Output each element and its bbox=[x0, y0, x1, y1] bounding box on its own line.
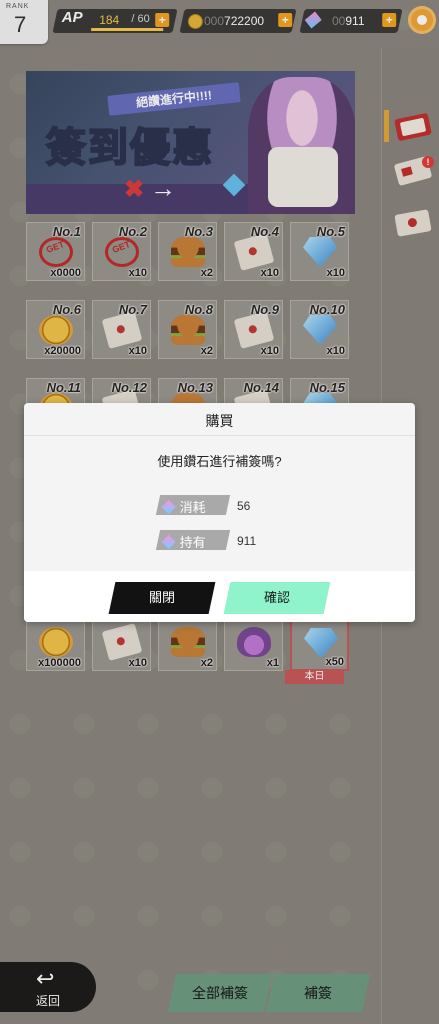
owned-value: 911 bbox=[237, 534, 257, 548]
cost-label: 消耗 bbox=[179, 500, 206, 515]
confirm-label: 確認 bbox=[263, 590, 290, 605]
close-label: 關閉 bbox=[148, 590, 175, 605]
cost-value: 56 bbox=[237, 499, 251, 513]
close-button[interactable]: 關閉 bbox=[108, 582, 216, 614]
diamond-icon bbox=[161, 499, 176, 515]
owned-tag: 持有 bbox=[155, 530, 231, 550]
owned-label: 持有 bbox=[179, 535, 206, 550]
confirm-button[interactable]: 確認 bbox=[223, 582, 331, 614]
sign-in-page: RANK 7 AP 184 / 60 + 000722200 + 00911 +… bbox=[0, 0, 439, 1024]
dialog-title: 購買 bbox=[205, 413, 234, 429]
dialog-footer bbox=[24, 571, 415, 622]
diamond-icon bbox=[161, 534, 176, 550]
cost-tag: 消耗 bbox=[155, 495, 231, 515]
dialog-message: 使用鑽石進行補簽嗎? bbox=[157, 454, 282, 469]
dialog-divider bbox=[24, 435, 415, 436]
purchase-dialog: 購買 使用鑽石進行補簽嗎? 消耗 56 持有 911 關閉 確認 bbox=[24, 403, 415, 622]
